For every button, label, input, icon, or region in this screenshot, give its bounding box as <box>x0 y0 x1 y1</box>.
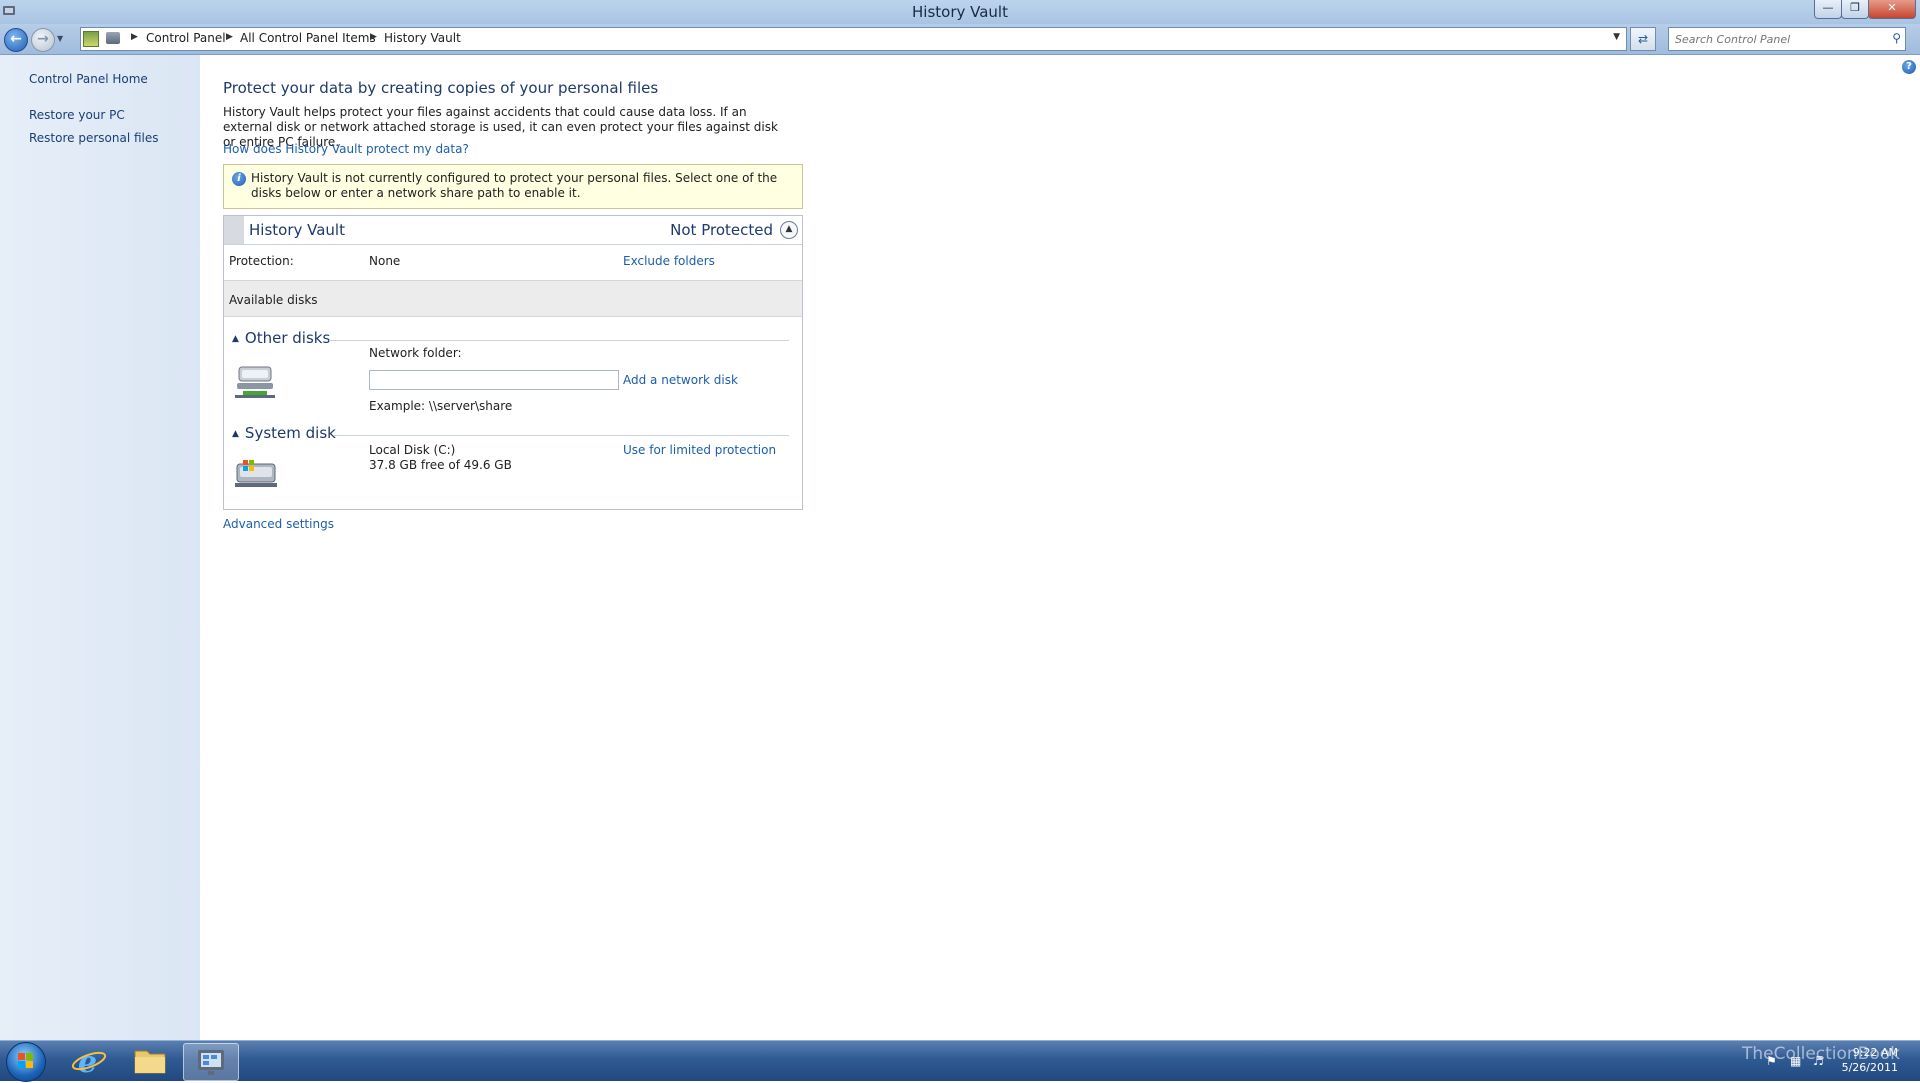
section-divider <box>334 435 789 436</box>
available-disks-header: Available disks <box>224 280 802 317</box>
page-title: Protect your data by creating copies of … <box>223 79 659 97</box>
computer-icon <box>106 32 120 44</box>
title-bar: History Vault — ❐ ✕ <box>0 0 1920 24</box>
recent-pages-dropdown[interactable]: ▼ <box>57 34 63 43</box>
info-icon: i <box>232 172 246 186</box>
system-disk-header[interactable]: ▲ System disk <box>232 424 336 442</box>
start-button[interactable] <box>6 1042 46 1082</box>
add-network-disk-link[interactable]: Add a network disk <box>623 373 738 387</box>
taskbar: e ⚑ ▦ ♬ 9:22 AM 5/26/2011 <box>0 1040 1920 1082</box>
sidebar-item-restore-personal-files[interactable]: Restore personal files <box>29 131 159 145</box>
search-icon[interactable]: ⚲ <box>1892 31 1901 45</box>
available-disks-label: Available disks <box>229 293 318 307</box>
sidebar-item-control-panel-home[interactable]: Control Panel Home <box>29 72 148 86</box>
protection-status: Not Protected <box>670 221 773 239</box>
control-panel-icon <box>198 1050 224 1075</box>
collapse-chevron-up-icon[interactable]: ▲ <box>780 221 798 239</box>
left-pane: Control Panel Home Restore your PC Resto… <box>0 55 200 1040</box>
system-disk-icon <box>235 460 277 487</box>
sidebar-item-restore-pc[interactable]: Restore your PC <box>29 108 125 122</box>
watermark: TheCollectionBook <box>1741 1044 1900 1064</box>
breadcrumb-history-vault[interactable]: History Vault <box>384 31 461 45</box>
window-title: History Vault <box>912 3 1008 21</box>
protection-label: Protection: <box>229 254 294 268</box>
breadcrumb-separator-icon[interactable]: ▶ <box>131 32 138 42</box>
network-drive-icon <box>235 366 275 398</box>
internet-explorer-icon: e <box>71 1045 107 1080</box>
address-bar[interactable]: ▶ Control Panel ▶ All Control Panel Item… <box>80 27 1627 51</box>
maximize-button[interactable]: ❐ <box>1841 0 1869 19</box>
search-input[interactable] <box>1673 30 1877 48</box>
location-icon <box>83 31 99 47</box>
network-folder-example: Example: \\server\share <box>369 399 513 413</box>
breadcrumb-all-items[interactable]: All Control Panel Items <box>240 31 376 45</box>
search-box[interactable]: ⚲ <box>1668 27 1906 51</box>
system-disk-name: Local Disk (C:) <box>369 443 456 457</box>
minimize-button[interactable]: — <box>1814 0 1842 19</box>
taskbar-control-panel[interactable] <box>183 1043 239 1081</box>
back-button[interactable]: ← <box>4 28 28 52</box>
section-divider <box>329 340 789 341</box>
breadcrumb-control-panel[interactable]: Control Panel <box>146 31 226 45</box>
other-disks-title: Other disks <box>244 329 331 347</box>
svg-text:e: e <box>78 1045 97 1079</box>
other-disks-header[interactable]: ▲ Other disks <box>232 329 330 347</box>
protection-value: None <box>369 254 401 268</box>
panel-stripe <box>224 216 244 244</box>
use-limited-protection-link[interactable]: Use for limited protection <box>623 443 776 457</box>
navigation-bar: ← → ▼ ▶ Control Panel ▶ All Control Pane… <box>0 24 1920 55</box>
panel-title: History Vault <box>249 221 345 239</box>
folder-icon <box>134 1050 166 1074</box>
breadcrumb-separator-icon[interactable]: ▶ <box>226 32 233 42</box>
taskbar-file-explorer[interactable] <box>123 1043 177 1079</box>
info-notice: i History Vault is not currently configu… <box>223 164 803 209</box>
chevron-up-icon[interactable]: ▲ <box>232 334 239 344</box>
how-protect-link[interactable]: How does History Vault protect my data? <box>223 142 469 156</box>
close-button[interactable]: ✕ <box>1868 0 1916 19</box>
chevron-up-icon[interactable]: ▲ <box>232 429 239 439</box>
breadcrumb-separator-icon[interactable]: ▶ <box>370 32 377 42</box>
network-folder-input[interactable] <box>369 370 619 390</box>
network-folder-label: Network folder: <box>369 346 462 360</box>
refresh-button[interactable]: ⇄ <box>1630 27 1656 51</box>
history-vault-panel: History Vault Not Protected ▲ Protection… <box>223 215 803 510</box>
panel-header: History Vault Not Protected ▲ <box>224 216 802 245</box>
windows-logo-icon <box>18 1053 33 1068</box>
system-disk-title: System disk <box>244 424 336 442</box>
exclude-folders-link[interactable]: Exclude folders <box>623 254 715 268</box>
notice-text: History Vault is not currently configure… <box>251 171 778 200</box>
taskbar-internet-explorer[interactable]: e <box>62 1043 116 1080</box>
system-disk-space: 37.8 GB free of 49.6 GB <box>369 458 512 472</box>
help-icon[interactable]: ? <box>1902 60 1916 74</box>
address-dropdown-icon[interactable]: ▼ <box>1613 32 1620 42</box>
forward-button[interactable]: → <box>31 28 55 52</box>
advanced-settings-link[interactable]: Advanced settings <box>223 517 334 531</box>
